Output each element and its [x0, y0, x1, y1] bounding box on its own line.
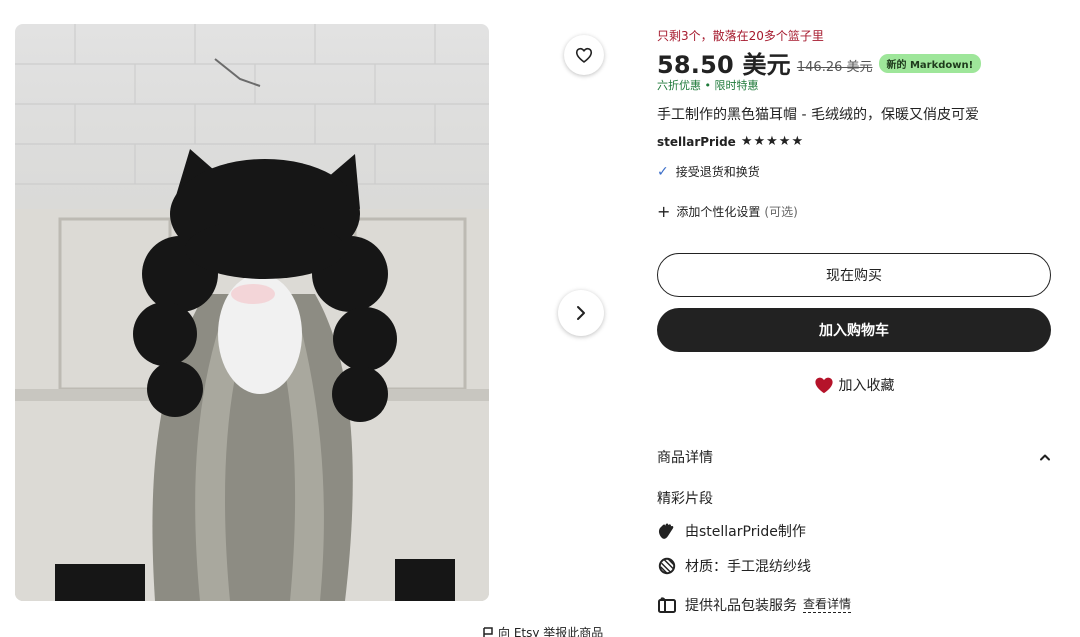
- current-price: 58.50 美元: [657, 50, 791, 79]
- discount-note: 六折优惠 • 限时特惠: [657, 79, 759, 92]
- highlight-maker-text: 由stellarPride制作: [685, 524, 806, 540]
- heart-outline-icon: [575, 47, 593, 63]
- stock-note: 只剩3个，散落在20多个篮子里: [657, 29, 824, 43]
- buy-now-button[interactable]: 现在购买: [657, 253, 1051, 297]
- item-details-header: 商品详情: [657, 450, 713, 466]
- markdown-badge: 新的 Markdown!: [878, 53, 982, 73]
- highlight-gift-wrap-text: 提供礼品包装服务: [685, 598, 797, 614]
- personalization-label: 添加个性化设置: [676, 205, 761, 219]
- highlights-title: 精彩片段: [657, 491, 713, 507]
- product-photo-illustration: [15, 24, 489, 601]
- highlight-material: 材质：手工混纺纱线: [657, 556, 811, 576]
- next-image-button[interactable]: [558, 290, 604, 336]
- add-to-favorites-label: 加入收藏: [838, 378, 895, 394]
- chevron-up-icon: [1040, 454, 1050, 461]
- heart-filled-icon: [814, 377, 833, 394]
- see-details-link[interactable]: 查看详情: [803, 597, 852, 613]
- add-to-cart-button[interactable]: 加入购物车: [657, 308, 1051, 352]
- returns-policy: ✓ 接受退货和换货: [657, 163, 1051, 180]
- original-price: 146.26 美元: [796, 59, 873, 75]
- item-details-toggle[interactable]: 商品详情: [657, 446, 1051, 468]
- personalization-optional: (可选): [764, 205, 798, 219]
- favorite-button[interactable]: [564, 35, 604, 75]
- report-item-link[interactable]: 向 Etsy 举报此商品: [482, 624, 603, 637]
- add-personalization-button[interactable]: + 添加个性化设置 (可选): [657, 203, 1051, 220]
- hand-wave-icon: [658, 523, 674, 539]
- gift-icon: [658, 597, 676, 613]
- shop-row: stellarPride ★★★★★: [657, 134, 1051, 149]
- yarn-ball-icon: [658, 557, 676, 575]
- returns-label: 接受退货和换货: [675, 165, 760, 179]
- highlight-gift-wrap: 提供礼品包装服务 查看详情: [657, 595, 852, 615]
- add-to-favorites-button[interactable]: 加入收藏: [657, 374, 1051, 396]
- highlight-maker: 由stellarPride制作: [657, 521, 806, 541]
- highlight-material-text: 材质：手工混纺纱线: [685, 559, 811, 575]
- listing-info-panel: 只剩3个，散落在20多个篮子里 58.50 美元 146.26 美元 新的 Ma…: [657, 28, 1051, 614]
- chevron-right-icon: [577, 306, 585, 320]
- shop-name-link[interactable]: stellarPride: [657, 135, 736, 149]
- flag-icon: [483, 626, 493, 637]
- product-image[interactable]: [15, 24, 489, 601]
- listing-title: 手工制作的黑色猫耳帽 - 毛绒绒的，保暖又俏皮可爱: [657, 107, 979, 123]
- report-item-label: 向 Etsy 举报此商品: [498, 626, 604, 637]
- check-icon: ✓: [657, 163, 669, 180]
- price-row: 58.50 美元 146.26 美元 新的 Markdown!: [657, 47, 1051, 79]
- rating-stars[interactable]: ★★★★★: [741, 134, 804, 149]
- plus-icon: +: [657, 201, 671, 221]
